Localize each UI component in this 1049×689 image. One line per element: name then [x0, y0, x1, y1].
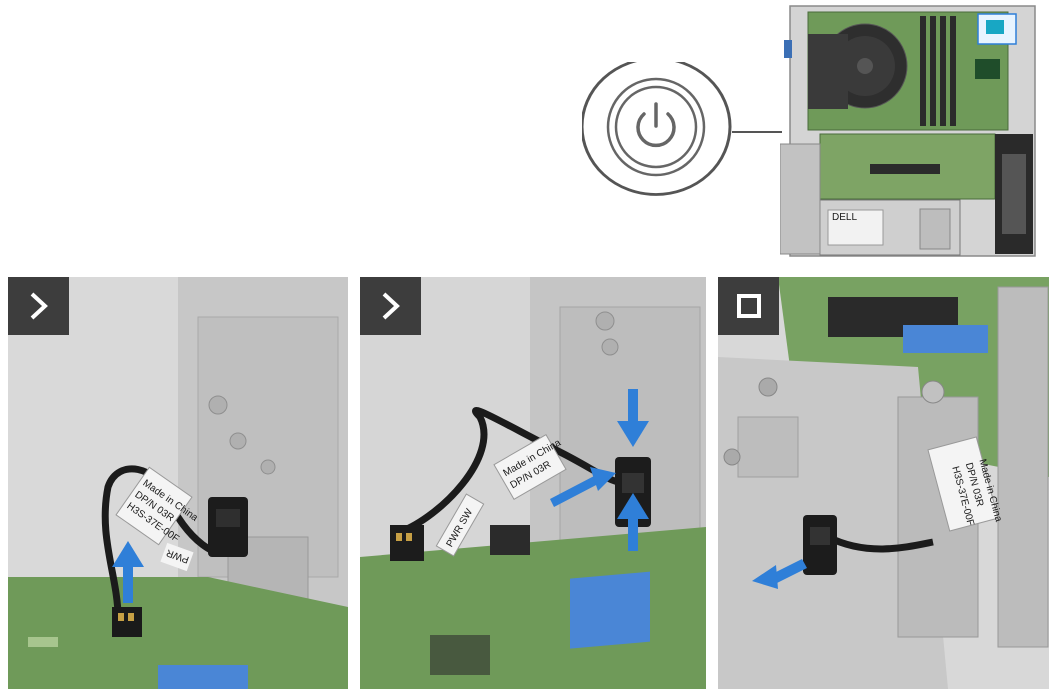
system-overview-illustration: DELL [780, 5, 1036, 257]
step-1-badge [8, 277, 69, 335]
chevron-right-icon [30, 292, 48, 320]
step-2-panel: PWR SW Made in China DP/N 03R [360, 277, 706, 689]
step-3-badge [718, 277, 779, 335]
step-3-panel: Made in China DP/N 03R H3S-37E-00F [718, 277, 1049, 689]
step-2-badge [360, 277, 421, 335]
step-1-panel: Made in China DP/N 03R H3S-37E-00F PWR [8, 277, 348, 689]
step-3-illustration: Made in China DP/N 03R H3S-37E-00F [718, 277, 1049, 689]
svg-text:DELL: DELL [832, 212, 857, 223]
stop-square-icon [736, 294, 761, 318]
power-button-callout [582, 62, 782, 196]
chevron-right-icon [382, 292, 400, 320]
step-2-illustration: PWR SW Made in China DP/N 03R [360, 277, 706, 689]
step-1-illustration: Made in China DP/N 03R H3S-37E-00F PWR [8, 277, 348, 689]
